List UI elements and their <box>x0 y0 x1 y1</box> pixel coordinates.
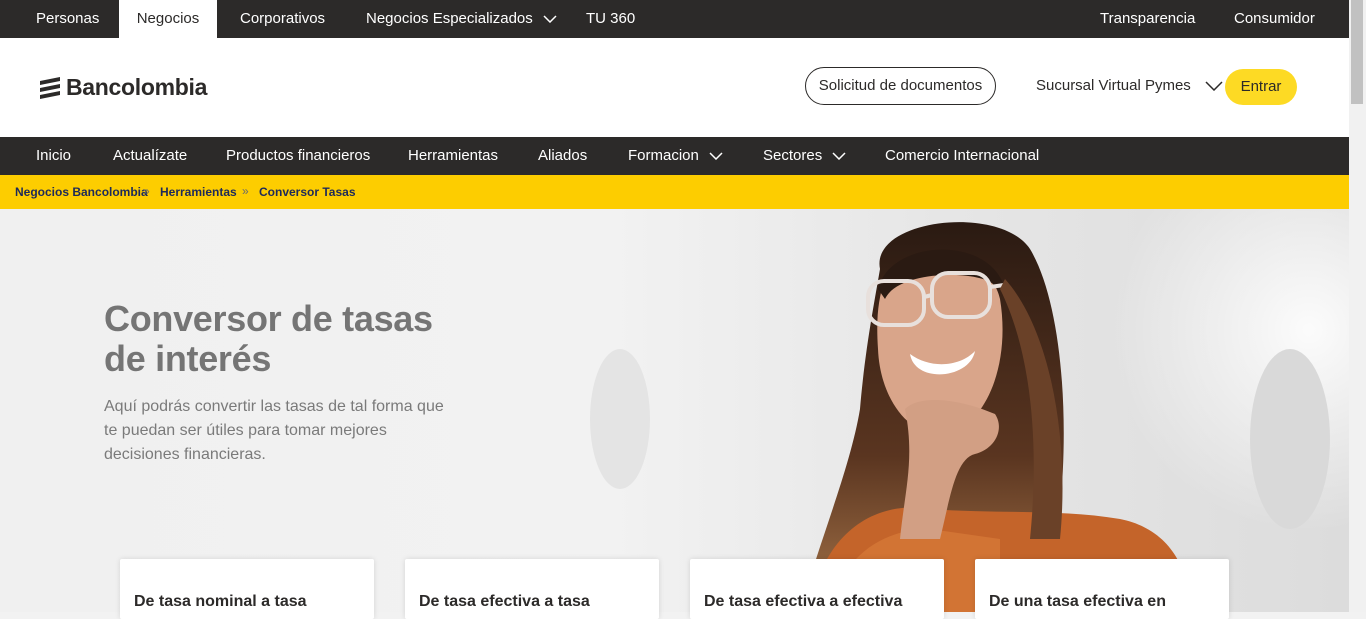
topbar-item-negocios-especializados[interactable]: Negocios Especializados <box>348 0 575 38</box>
nav-item-sectores[interactable]: Sectores <box>763 137 846 175</box>
breadcrumb: Negocios Bancolombia » Herramientas » Co… <box>0 175 1349 209</box>
card-efectiva-a-tasa[interactable]: De tasa efectiva a tasa <box>405 559 659 619</box>
chevron-down-icon <box>1205 81 1223 92</box>
topbar-item-negocios[interactable]: Negocios <box>119 0 217 38</box>
nav-item-herramientas[interactable]: Herramientas <box>408 137 498 175</box>
nav-item-productos-financieros[interactable]: Productos financieros <box>226 137 370 175</box>
breadcrumb-separator: » <box>143 184 150 198</box>
nav-item-inicio[interactable]: Inicio <box>36 137 71 175</box>
topbar-item-tu360[interactable]: TU 360 <box>568 0 653 38</box>
topbar-item-consumidor[interactable]: Consumidor <box>1216 0 1333 38</box>
main-nav: Inicio Actualízate Productos financieros… <box>0 137 1349 175</box>
nav-item-aliados[interactable]: Aliados <box>538 137 587 175</box>
top-bar: Personas Negocios Corporativos Negocios … <box>0 0 1349 38</box>
topbar-item-transparencia[interactable]: Transparencia <box>1082 0 1213 38</box>
scrollbar-thumb[interactable] <box>1351 0 1363 104</box>
header: Bancolombia Solicitud de documentos Sucu… <box>0 38 1349 137</box>
breadcrumb-item-conversor-tasas: Conversor Tasas <box>259 185 356 199</box>
sucursal-virtual-dropdown[interactable]: Sucursal Virtual Pymes <box>1036 67 1223 105</box>
entrar-button[interactable]: Entrar <box>1225 69 1297 105</box>
breadcrumb-item-negocios[interactable]: Negocios Bancolombia <box>15 175 148 209</box>
topbar-item-label: Negocios Especializados <box>366 10 533 27</box>
chevron-down-icon <box>543 15 557 24</box>
nav-item-formacion[interactable]: Formacion <box>628 137 723 175</box>
solicitud-documentos-button[interactable]: Solicitud de documentos <box>805 67 996 105</box>
nav-item-comercio-internacional[interactable]: Comercio Internacional <box>885 137 1039 175</box>
page-scrollbar[interactable] <box>1349 0 1366 612</box>
card-nominal-a-tasa[interactable]: De tasa nominal a tasa <box>120 559 374 619</box>
bancolombia-logo[interactable]: Bancolombia <box>38 72 207 102</box>
topbar-item-corporativos[interactable]: Corporativos <box>222 0 343 38</box>
page-description: Aquí podrás convertir las tasas de tal f… <box>104 398 444 463</box>
topbar-item-personas[interactable]: Personas <box>18 0 117 38</box>
card-efectiva-en[interactable]: De una tasa efectiva en <box>975 559 1229 619</box>
breadcrumb-separator: » <box>242 184 249 198</box>
nav-item-actualizate[interactable]: Actualízate <box>113 137 187 175</box>
page-title: Conversor de tasas de interés <box>104 298 433 379</box>
nav-item-label: Sectores <box>763 147 823 164</box>
chevron-down-icon <box>832 152 846 161</box>
bancolombia-logo-icon <box>40 77 60 99</box>
sucursal-label: Sucursal Virtual Pymes <box>1036 77 1191 94</box>
logo-text: Bancolombia <box>66 73 208 100</box>
hero-banner: Conversor de tasas de interés Aquí podrá… <box>0 209 1349 612</box>
breadcrumb-item-herramientas[interactable]: Herramientas <box>160 175 237 209</box>
chevron-down-icon <box>709 152 723 161</box>
card-efectiva-a-efectiva[interactable]: De tasa efectiva a efectiva <box>690 559 944 619</box>
nav-item-label: Formacion <box>628 147 699 164</box>
